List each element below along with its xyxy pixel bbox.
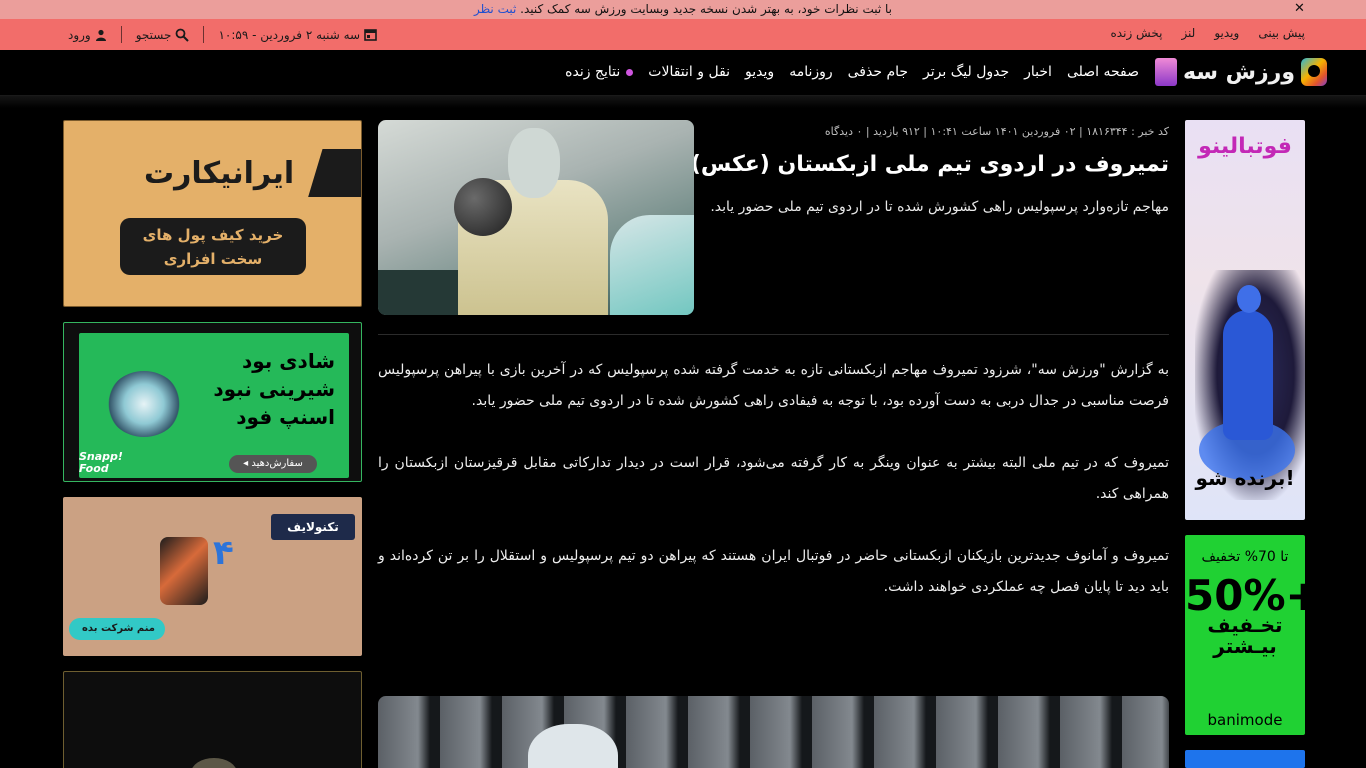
toplink-live[interactable]: پخش زنده — [1111, 26, 1163, 40]
article-paragraph: تمیروف که در تیم ملی البته بیشتر به عنوا… — [378, 455, 1169, 502]
ad-banimode[interactable]: تا 70% تخفیف 50%+ تخـفیف بیـشتر banimode — [1185, 535, 1305, 735]
divider — [203, 26, 205, 43]
search-button[interactable]: جستجو — [136, 28, 190, 42]
toplink-lens[interactable]: لنز — [1181, 26, 1195, 40]
ad-footballino-title: فوتبالینو — [1198, 134, 1292, 159]
ad-snappfood-text: شادی بود شیرینی نبود اسنپ فود — [213, 349, 335, 429]
date-display: سه شنبه ۲ فروردین - ۱۰:۵۹ — [218, 28, 377, 42]
notice-feedback-link[interactable]: ثبت نظر — [474, 2, 516, 16]
article-photo-second — [378, 696, 1169, 768]
logo-text: ورزش سه — [1183, 59, 1295, 85]
article-paragraph: تمیروف و آمانوف جدیدترین بازیکنان ازبکست… — [378, 548, 1169, 595]
ad-dark-banner[interactable] — [63, 671, 362, 768]
article-meta: کد خبر : ۱۸۱۶۳۴۴ | ۰۲ فروردین ۱۴۰۱ ساعت … — [824, 125, 1169, 138]
photo-background — [378, 270, 458, 315]
live-dot-icon — [626, 68, 634, 76]
nav-item-video[interactable]: ویدیو — [745, 64, 774, 80]
top-bar: پیش بینی ویدیو لنز پخش زنده ورود جستجو س… — [0, 19, 1366, 50]
ad-iranicard-logo: ایرانیکارت — [144, 149, 361, 197]
user-icon — [95, 29, 106, 41]
divider — [120, 26, 122, 43]
ad-technolife-button: منم شرکت بده — [69, 618, 165, 640]
top-tools: ورود جستجو سه شنبه ۲ فروردین - ۱۰:۵۹ — [68, 26, 377, 43]
nav-item-transfers[interactable]: نقل و انتقالات — [648, 64, 730, 80]
ad-technolife-number: ۴ — [213, 533, 234, 573]
notice-text-row: با ثبت نظرات خود، به بهتر شدن نسخه جدید … — [0, 2, 1366, 16]
date-text: سه شنبه ۲ فروردین - ۱۰:۵۹ — [218, 27, 361, 42]
notice-bar: با ثبت نظرات خود، به بهتر شدن نسخه جدید … — [0, 0, 1366, 19]
photo-player-head — [508, 128, 560, 198]
iranicard-logo-icon — [308, 149, 361, 197]
toplink-video[interactable]: ویدیو — [1214, 26, 1239, 40]
nav-item-cup[interactable]: جام حذفی — [848, 64, 908, 80]
logo-mark-icon — [1301, 58, 1327, 86]
ad-blue-banner[interactable] — [1185, 750, 1305, 768]
ad-banimode-more: تخـفیف بیـشتر — [1207, 613, 1283, 658]
ad-footballino[interactable]: فوتبالینو برنده شو! — [1185, 120, 1305, 520]
nav-item-live-results-label: نتایج زنده — [565, 64, 621, 80]
ad-footballino-cta: برنده شو! — [1195, 466, 1295, 490]
cake-icon — [107, 371, 181, 437]
article-body: به گزارش "ورزش سه"، شرزود تمیروف مهاجم ا… — [378, 355, 1169, 634]
ad-footballino-player — [1223, 310, 1273, 440]
phone-icon — [160, 537, 208, 605]
article-divider — [378, 334, 1169, 335]
nav-item-home[interactable]: صفحه اصلی — [1067, 64, 1139, 80]
ad-iranicard-button: خرید کیف پول های سخت افزاری — [120, 218, 306, 275]
ad-snappfood-button: سفارش‌دهید ◂ — [229, 455, 317, 473]
ad-iranicard-name: ایرانیکارت — [144, 155, 295, 191]
nav-shadow — [0, 96, 1366, 108]
ad-technolife[interactable]: تکنولایف ۴ منم شرکت بده — [63, 497, 362, 656]
article-lead: مهاجم تازه‌وارد پرسپولیس راهی کشورش شده … — [710, 199, 1169, 215]
nav-item-live-results[interactable]: نتایج زنده — [565, 64, 634, 80]
login-label: ورود — [68, 27, 91, 42]
ad-snappfood-panel: شادی بود شیرینی نبود اسنپ فود سفارش‌دهید… — [79, 333, 349, 478]
nav-links: صفحه اصلی اخبار جدول لیگ برتر جام حذفی ر… — [565, 64, 1139, 80]
ad-footballino-player-head — [1237, 285, 1261, 313]
notice-message: با ثبت نظرات خود، به بهتر شدن نسخه جدید … — [520, 2, 893, 16]
photo-ball — [454, 178, 512, 236]
ad-technolife-logo: تکنولایف — [271, 514, 355, 540]
calendar-icon — [364, 29, 377, 41]
nav-item-news[interactable]: اخبار — [1024, 64, 1052, 80]
article-photo — [378, 120, 694, 315]
photo-opponent — [610, 215, 694, 315]
photo-second-figure — [528, 724, 618, 768]
ad-snappfood[interactable]: شادی بود شیرینی نبود اسنپ فود سفارش‌دهید… — [63, 322, 362, 482]
search-label: جستجو — [135, 27, 172, 42]
login-button[interactable]: ورود — [68, 28, 107, 42]
ad-banimode-small: تا 70% تخفیف — [1201, 549, 1289, 565]
ad-iranicard[interactable]: ایرانیکارت خرید کیف پول های سخت افزاری — [63, 120, 362, 307]
top-links: پیش بینی ویدیو لنز پخش زنده — [1111, 26, 1305, 40]
article-paragraph: به گزارش "ورزش سه"، شرزود تمیروف مهاجم ا… — [378, 362, 1169, 409]
nav-item-newspaper[interactable]: روزنامه — [789, 64, 832, 80]
logo-cup-icon — [1155, 58, 1177, 86]
article-title: تمیروف در اردوی تیم ملی ازبکستان (عکس) — [690, 152, 1169, 177]
search-icon — [176, 28, 190, 42]
close-icon[interactable]: ✕ — [1294, 1, 1305, 16]
toplink-predict[interactable]: پیش بینی — [1258, 26, 1305, 40]
ad-snappfood-brand: Snapp! Food — [79, 450, 123, 475]
ad-dark-figure — [191, 758, 237, 768]
ad-banimode-brand: banimode — [1207, 711, 1283, 729]
site-logo[interactable]: ورزش سه — [1155, 58, 1327, 86]
main-nav: ورزش سه صفحه اصلی اخبار جدول لیگ برتر جا… — [0, 50, 1366, 96]
nav-item-league-table[interactable]: جدول لیگ برتر — [923, 64, 1009, 80]
